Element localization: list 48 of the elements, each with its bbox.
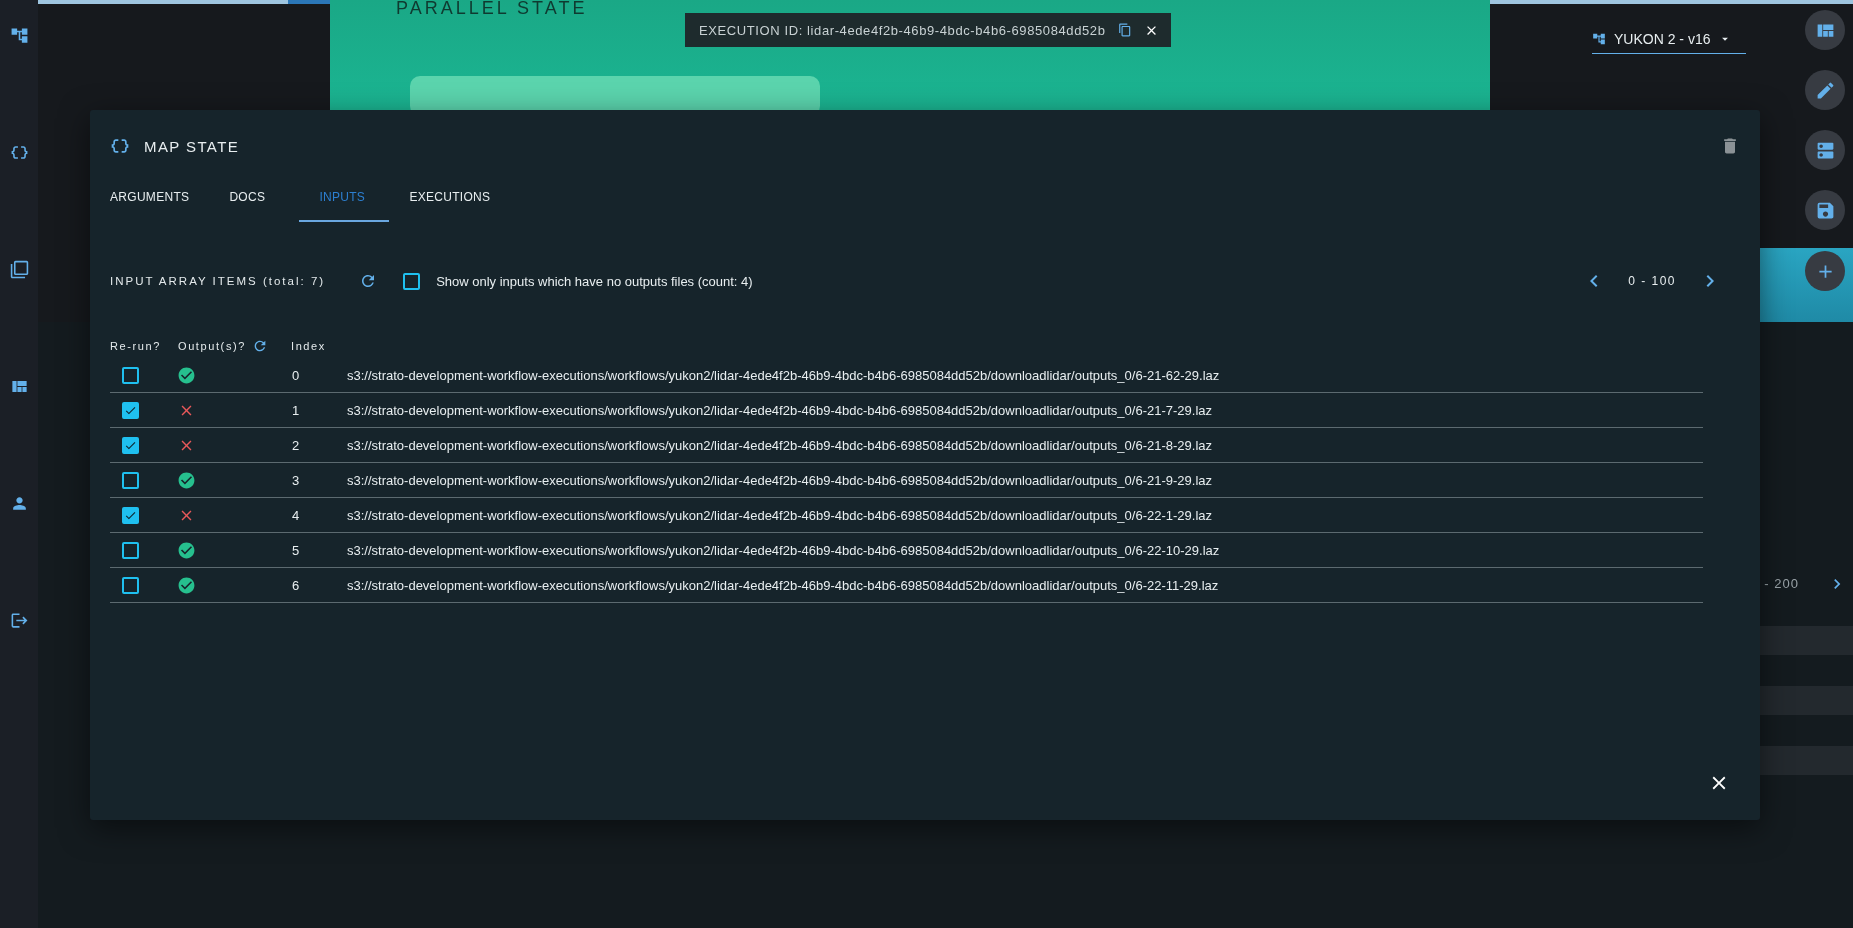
column-header: Index — [291, 340, 327, 352]
node-title: PARALLEL STATE — [396, 0, 588, 16]
path-cell-text: s3://strato-development-workflow-executions/workflows/yukon2/lidar-4ede4f2b-46b9-4bdc-b4b6-6985084dd52b/downloadlidar/outputs_0/6-21-8-29.laz — [347, 437, 1214, 453]
range-text: - 200 — [1764, 576, 1799, 591]
tab[interactable]: ARGUMENTS — [90, 178, 210, 222]
column-header: Re-run? — [110, 340, 162, 352]
copy-icon[interactable] — [1117, 23, 1132, 37]
index-cell-text: 4 — [291, 507, 301, 523]
execution-id: EXECUTION ID: lidar-4ede4f2b-46b9-4bdc-b4b6-6985084dd52b — [699, 22, 1106, 38]
tab[interactable]: EXECUTIONS — [389, 178, 511, 222]
copy-icon[interactable] — [9, 260, 29, 279]
tab[interactable]: INPUTS — [299, 178, 390, 222]
path-cell-text: s3://strato-development-workflow-executions/workflows/yukon2/lidar-4ede4f2b-46b9-4bdc-b4b6-6985084dd52b/downloadlidar/outputs_0/6-21-7-29.laz — [347, 402, 1214, 418]
path-cell-text: s3://strato-development-workflow-executions/workflows/yukon2/lidar-4ede4f2b-46b9-4bdc-b4b6-6985084dd52b/downloadlidar/outputs_0/6-21-9-29.laz — [347, 472, 1214, 488]
braces-icon[interactable] — [9, 143, 29, 162]
tree-icon — [1592, 31, 1606, 46]
path-cell-text: s3://strato-development-workflow-executions/workflows/yukon2/lidar-4ede4f2b-46b9-4bdc-b4b6-6985084dd52b/downloadlidar/outputs_0/6-21-62-29.laz — [347, 367, 1221, 383]
index-cell-text: 6 — [291, 577, 301, 593]
section-title: INPUT ARRAY ITEMS (total: 7) — [110, 275, 326, 287]
dialog-title: MAP STATE — [144, 137, 241, 155]
tree-icon[interactable] — [9, 26, 29, 45]
tab[interactable]: DOCS — [209, 178, 300, 222]
version-select[interactable]: YUKON 2 - v16 — [1592, 24, 1746, 54]
filter-label: Show only inputs which have no outputs files (count: 4) — [436, 273, 753, 289]
rerun-checkbox[interactable] — [122, 436, 139, 454]
path-cell-text: s3://strato-development-workflow-executions/workflows/yukon2/lidar-4ede4f2b-46b9-4bdc-b4b6-6985084dd52b/downloadlidar/outputs_0/6-22-1-29.laz — [347, 507, 1214, 523]
rerun-checkbox[interactable] — [122, 576, 139, 594]
path-cell-text: s3://strato-development-workflow-executions/workflows/yukon2/lidar-4ede4f2b-46b9-4bdc-b4b6-6985084dd52b/downloadlidar/outputs_0/6-22-11-29.laz — [347, 577, 1220, 593]
rerun-checkbox[interactable] — [122, 506, 139, 524]
filter-checkbox[interactable] — [403, 272, 421, 290]
column-header: Output(s)? — [178, 340, 246, 352]
range-text: 0 - 100 — [1628, 274, 1676, 288]
logout-icon[interactable] — [9, 611, 29, 630]
index-cell-text: 0 — [291, 367, 301, 383]
path-cell-text: s3://strato-development-workflow-executions/workflows/yukon2/lidar-4ede4f2b-46b9-4bdc-b4b6-6985084dd52b/downloadlidar/outputs_0/6-22-10-29.laz — [347, 542, 1221, 558]
rerun-checkbox[interactable] — [122, 471, 139, 489]
index-cell-text: 5 — [291, 542, 301, 558]
dashboard-icon[interactable] — [1805, 10, 1845, 50]
braces-icon — [110, 136, 130, 156]
index-cell-text: 2 — [291, 437, 301, 453]
index-cell-text: 1 — [291, 402, 301, 418]
list-icon[interactable] — [1805, 130, 1845, 170]
rerun-checkbox[interactable] — [122, 541, 139, 559]
rerun-checkbox[interactable] — [122, 366, 139, 384]
edit-icon[interactable] — [1805, 70, 1845, 110]
save-icon[interactable] — [1805, 190, 1845, 230]
index-cell-text: 3 — [291, 472, 301, 488]
rerun-checkbox[interactable] — [122, 401, 139, 419]
